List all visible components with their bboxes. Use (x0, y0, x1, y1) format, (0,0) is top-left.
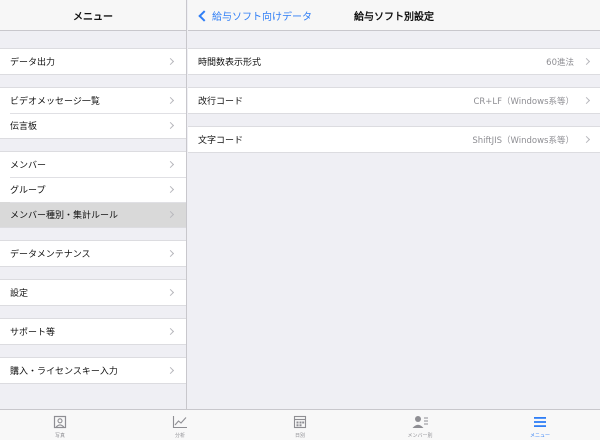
menu-group-messages: ビデオメッセージ一覧 伝言板 (0, 87, 186, 139)
menu-item-member-types-rules[interactable]: メンバー種別・集計ルール (0, 202, 186, 227)
back-button-label: 給与ソフト向けデータ (212, 12, 312, 23)
setting-group-line-break: 改行コード CR+LF（Windows系等） (188, 87, 600, 114)
tab-label: 日別 (294, 433, 305, 439)
back-button[interactable]: 給与ソフト向けデータ (196, 0, 312, 31)
tab-label: メンバー別 (407, 433, 433, 439)
menu-group-members: メンバー グループ メンバー種別・集計ルール (0, 151, 186, 228)
menu-item-data-maintenance[interactable]: データメンテナンス (0, 241, 186, 266)
chevron-right-icon (582, 96, 591, 105)
tab-label: 分析 (174, 433, 185, 439)
setting-value: 60進法 (546, 57, 574, 68)
menu-group-purchase: 購入・ライセンスキー入力 (0, 357, 186, 384)
menu-icon (533, 414, 547, 430)
detail-title: 給与ソフト別設定 (354, 11, 434, 23)
menu-item-purchase-license[interactable]: 購入・ライセンスキー入力 (0, 358, 186, 383)
chevron-right-icon (166, 96, 175, 105)
menu-item-label: ビデオメッセージ一覧 (10, 97, 100, 107)
chevron-right-icon (166, 185, 175, 194)
chevron-right-icon (166, 121, 175, 130)
setting-label: 時間数表示形式 (198, 58, 262, 68)
setting-label: 文字コード (198, 136, 244, 146)
detail-navbar: 給与ソフト向けデータ 給与ソフト別設定 (188, 0, 600, 31)
tab-label: メニュー (529, 433, 550, 439)
members-icon (411, 414, 429, 430)
menu-item-members[interactable]: メンバー (0, 152, 186, 177)
chevron-right-icon (166, 57, 175, 66)
menu-item-message-board[interactable]: 伝言板 (0, 113, 186, 138)
chevron-right-icon (166, 288, 175, 297)
setting-value: CR+LF（Windows系等） (473, 96, 574, 107)
photo-icon (53, 414, 67, 430)
menu-group-settings: 設定 (0, 279, 186, 306)
menu-item-label: グループ (10, 186, 46, 196)
menu-item-label: 伝言板 (10, 122, 38, 132)
setting-row-time-format[interactable]: 時間数表示形式 60進法 (188, 49, 600, 74)
tab-label: 写真 (54, 433, 65, 439)
menu-group-maintenance: データメンテナンス (0, 240, 186, 267)
menu-pane: メニュー データ出力 ビデオメッセージ一覧 伝言板 メンバー グループ メンバー… (0, 0, 187, 409)
chevron-left-icon (198, 9, 210, 22)
menu-item-label: 購入・ライセンスキー入力 (10, 367, 118, 377)
menu-item-settings[interactable]: 設定 (0, 280, 186, 305)
chevron-right-icon (166, 160, 175, 169)
menu-item-label: データ出力 (10, 58, 56, 68)
menu-group-export: データ出力 (0, 48, 186, 75)
chart-icon (172, 414, 188, 430)
chevron-right-icon (166, 249, 175, 258)
menu-item-label: メンバー (10, 161, 47, 171)
chevron-right-icon (166, 366, 175, 375)
setting-label: 改行コード (198, 97, 244, 107)
setting-group-time-format: 時間数表示形式 60進法 (188, 48, 600, 75)
chevron-right-icon (166, 210, 175, 219)
menu-title: メニュー (73, 11, 113, 23)
menu-item-label: サポート等 (10, 328, 56, 338)
chevron-right-icon (582, 57, 591, 66)
menu-item-label: メンバー種別・集計ルール (10, 211, 119, 221)
chevron-right-icon (166, 327, 175, 336)
setting-row-encoding[interactable]: 文字コード ShiftJIS（Windows系等） (188, 127, 600, 152)
calendar-icon (293, 414, 307, 430)
tab-analysis[interactable]: 分析 (120, 410, 240, 440)
detail-pane: 給与ソフト向けデータ 給与ソフト別設定 時間数表示形式 60進法 改行コード C… (188, 0, 600, 409)
tab-daily[interactable]: 日別 (240, 410, 360, 440)
chevron-right-icon (582, 135, 591, 144)
menu-item-video-messages[interactable]: ビデオメッセージ一覧 (0, 88, 186, 113)
tab-by-member[interactable]: メンバー別 (360, 410, 480, 440)
menu-item-label: 設定 (10, 289, 29, 299)
setting-value: ShiftJIS（Windows系等） (472, 135, 574, 146)
menu-item-label: データメンテナンス (10, 250, 91, 260)
setting-group-encoding: 文字コード ShiftJIS（Windows系等） (188, 126, 600, 153)
tab-photo[interactable]: 写真 (0, 410, 120, 440)
tab-bar: 写真 分析 日別 メンバー別 メニュー (0, 409, 600, 440)
setting-row-line-break[interactable]: 改行コード CR+LF（Windows系等） (188, 88, 600, 113)
menu-group-support: サポート等 (0, 318, 186, 345)
menu-item-data-export[interactable]: データ出力 (0, 49, 186, 74)
menu-item-support[interactable]: サポート等 (0, 319, 186, 344)
menu-navbar: メニュー (0, 0, 186, 31)
tab-menu[interactable]: メニュー (480, 410, 600, 440)
menu-item-groups[interactable]: グループ (0, 177, 186, 202)
